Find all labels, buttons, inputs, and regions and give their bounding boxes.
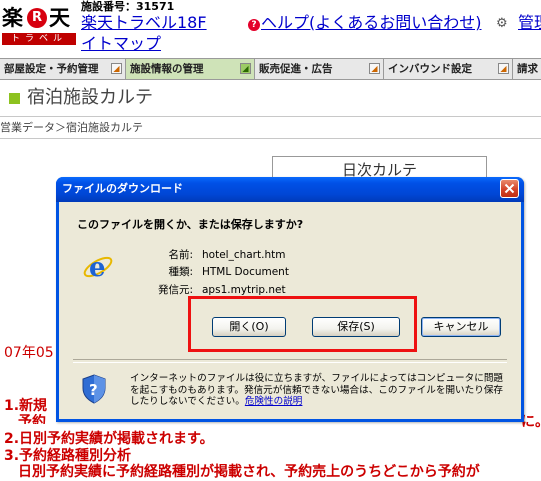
- tab-billing[interactable]: 請求: [513, 59, 541, 79]
- tab-label: 部屋設定・予約管理: [4, 63, 99, 75]
- help-link[interactable]: ヘルプ(よくあるお問い合わせ): [261, 13, 482, 32]
- dialog-question: このファイルを開くか、または保存しますか?: [77, 218, 304, 231]
- svg-text:e: e: [89, 253, 106, 283]
- risk-explanation-link[interactable]: 危険性の説明: [245, 396, 303, 407]
- item2-text: 2.日別予約実績が掲載されます。: [4, 431, 214, 447]
- close-icon: [504, 183, 515, 194]
- tab-room-settings[interactable]: 部屋設定・予約管理 ◢: [0, 59, 126, 79]
- item1-text: 1.新規: [4, 398, 48, 414]
- tab-label: 請求: [517, 63, 538, 75]
- breadcrumb-divider: [0, 138, 541, 139]
- file-from-value: aps1.mytrip.net: [202, 284, 286, 296]
- tab-arrow-icon: ◢: [498, 63, 509, 74]
- file-type-label: 種類:: [168, 266, 193, 278]
- tab-label: インバウンド設定: [388, 63, 472, 75]
- site-title-link[interactable]: 楽天トラベル18F: [81, 13, 207, 32]
- tab-arrow-icon: ◢: [111, 63, 122, 74]
- logo-raku-char: 楽: [2, 6, 23, 30]
- tab-sales-promotion[interactable]: 販売促進・広告 ◢: [255, 59, 384, 79]
- cancel-button[interactable]: キャンセル: [421, 317, 501, 337]
- close-button[interactable]: [500, 179, 519, 198]
- dialog-title: ファイルのダウンロード: [62, 182, 183, 195]
- save-button[interactable]: 保存(S): [312, 317, 400, 337]
- page-heading: 宿泊施設カルテ: [0, 82, 541, 117]
- main-nav: 部屋設定・予約管理 ◢ 施設情報の管理 ◢ 販売促進・広告 ◢ インバウンド設定…: [0, 58, 541, 80]
- tab-label: 販売促進・広告: [259, 63, 333, 75]
- logo-travel-bar: トラベル: [2, 33, 76, 45]
- internet-explorer-icon: e: [81, 249, 115, 283]
- tab-facility-info[interactable]: 施設情報の管理 ◢: [126, 59, 255, 79]
- file-type-value: HTML Document: [202, 266, 289, 278]
- facility-number: 施設番号：31571: [81, 0, 175, 13]
- item1-right-fragment: に。: [521, 414, 541, 430]
- item3-text: 3.予約経路種別分析: [4, 448, 132, 464]
- security-shield-icon: ?: [81, 374, 107, 404]
- page-title: 宿泊施設カルテ: [27, 87, 153, 108]
- year-text: 07年05: [4, 345, 54, 361]
- help-icon: ?: [248, 19, 260, 31]
- file-download-dialog: ファイルのダウンロード このファイルを開くか、または保存しますか? e 名前: …: [56, 177, 524, 422]
- header: 楽 R 天 トラベル 施設番号：31571 楽天トラベル18F イトマップ ? …: [0, 0, 541, 58]
- admin-link[interactable]: 管理: [518, 13, 541, 32]
- sitemap-link[interactable]: イトマップ: [81, 34, 161, 53]
- file-name-value: hotel_chart.htm: [202, 249, 286, 261]
- warning-message: インターネットのファイルは役に立ちますが、ファイルによってはコンピュータに問題を…: [130, 373, 504, 407]
- tab-label: 施設情報の管理: [130, 63, 204, 75]
- warning-text: インターネットのファイルは役に立ちますが、ファイルによってはコンピュータに問題を…: [130, 373, 506, 408]
- logo-r-mark: R: [27, 8, 47, 28]
- admin-icon: ⚙: [496, 16, 508, 31]
- tab-arrow-icon: ◢: [369, 63, 380, 74]
- file-from-label: 発信元:: [157, 284, 193, 296]
- heading-marker-icon: [9, 93, 20, 104]
- item3-sub-text: 日別予約実績に予約経路種別が掲載され、予約売上のうちどこから予約が: [18, 464, 480, 480]
- item1-cont-text: 予約: [18, 414, 46, 424]
- tab-arrow-icon: ◢: [240, 63, 251, 74]
- open-button[interactable]: 開く(O): [212, 317, 286, 337]
- dialog-separator: [73, 359, 507, 363]
- rakuten-travel-logo[interactable]: 楽 R 天 トラベル: [0, 4, 78, 48]
- file-name-label: 名前:: [168, 249, 193, 261]
- svg-text:?: ?: [89, 381, 98, 399]
- dialog-titlebar[interactable]: ファイルのダウンロード: [56, 177, 524, 202]
- tab-inbound-settings[interactable]: インバウンド設定 ◢: [384, 59, 513, 79]
- logo-ten-char: 天: [49, 6, 70, 30]
- breadcrumb[interactable]: 営業データ＞宿泊施設カルテ: [0, 121, 143, 135]
